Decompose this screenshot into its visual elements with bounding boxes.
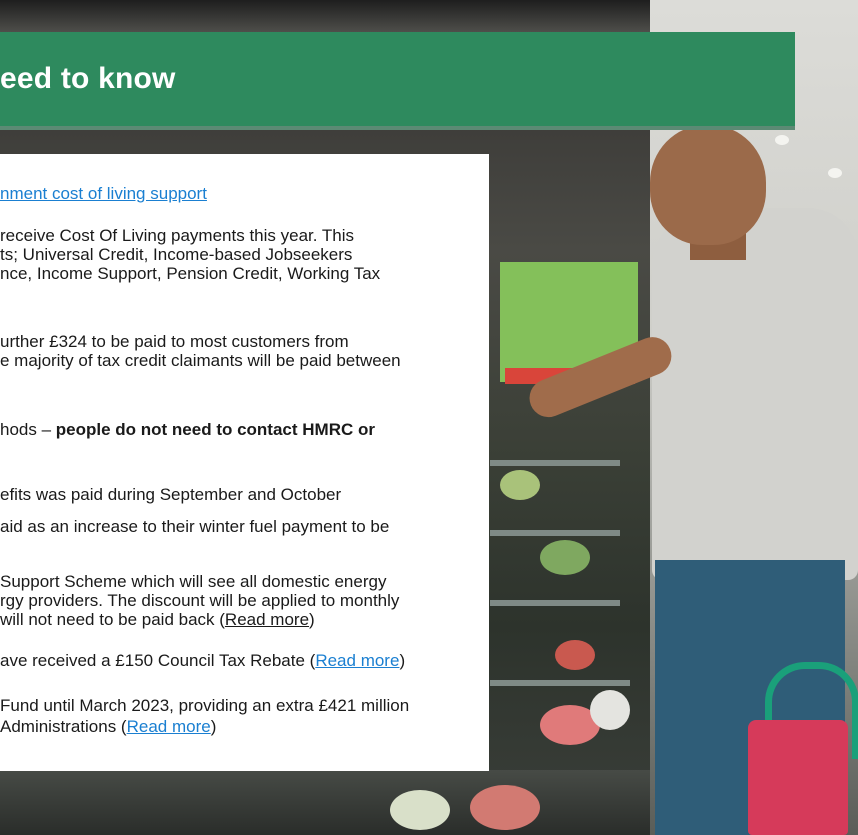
text-line: aid as an increase to their winter fuel …: [0, 517, 390, 536]
link-line[interactable]: nment cost of living support: [0, 184, 207, 203]
content-card: nment cost of living support receive Cos…: [0, 154, 489, 771]
produce: [470, 785, 540, 830]
shelf: [490, 460, 620, 466]
read-more-link[interactable]: Read more: [315, 651, 399, 670]
bottom-shelf: [0, 770, 650, 835]
person-shirt: [652, 208, 858, 580]
text-line: urther £324 to be paid to most customers…: [0, 332, 349, 351]
read-more-link[interactable]: Read more: [225, 610, 309, 629]
bold-text: people do not need to contact HMRC or: [55, 420, 375, 439]
text-fragment: ): [309, 610, 315, 629]
text-fragment: Administrations (: [0, 717, 127, 736]
ceiling-light: [828, 168, 842, 178]
produce: [555, 640, 595, 670]
text-line: hods – people do not need to contact HMR…: [0, 420, 375, 439]
text-line: ave received a £150 Council Tax Rebate (…: [0, 651, 405, 670]
header-banner: eed to know: [0, 32, 795, 130]
text-line: nce, Income Support, Pension Credit, Wor…: [0, 264, 381, 283]
banner-title: eed to know: [0, 62, 176, 95]
produce: [390, 790, 450, 830]
text-fragment: hods –: [0, 420, 56, 439]
text-fragment: ): [399, 651, 406, 670]
text-line: receive Cost Of Living payments this yea…: [0, 226, 355, 245]
read-more-link[interactable]: Read more: [127, 717, 211, 736]
shopping-basket: [748, 720, 848, 835]
text-fragment: ave received a £150 Council Tax Rebate (: [0, 651, 316, 670]
ceiling-light: [775, 135, 789, 145]
shelf: [490, 600, 620, 606]
text-line: will not need to be paid back (Read more…: [0, 610, 315, 629]
text-line: ts; Universal Credit, Income-based Jobse…: [0, 245, 353, 264]
text-line: efits was paid during September and Octo…: [0, 485, 342, 504]
shelf: [490, 530, 620, 536]
produce: [590, 690, 630, 730]
text-line: Support Scheme which will see all domest…: [0, 572, 387, 591]
text-line: Fund until March 2023, providing an extr…: [0, 696, 410, 715]
text-line: e majority of tax credit claimants will …: [0, 351, 401, 370]
text-fragment: will not need to be paid back (: [0, 610, 225, 629]
produce: [500, 470, 540, 500]
text-line: Administrations (Read more): [0, 717, 216, 736]
produce: [540, 540, 590, 575]
cost-of-living-support-link[interactable]: nment cost of living support: [0, 184, 207, 203]
person-head: [650, 125, 766, 245]
text-line: rgy providers. The discount will be appl…: [0, 591, 400, 610]
text-fragment: ): [210, 717, 217, 736]
shelf: [490, 680, 630, 686]
